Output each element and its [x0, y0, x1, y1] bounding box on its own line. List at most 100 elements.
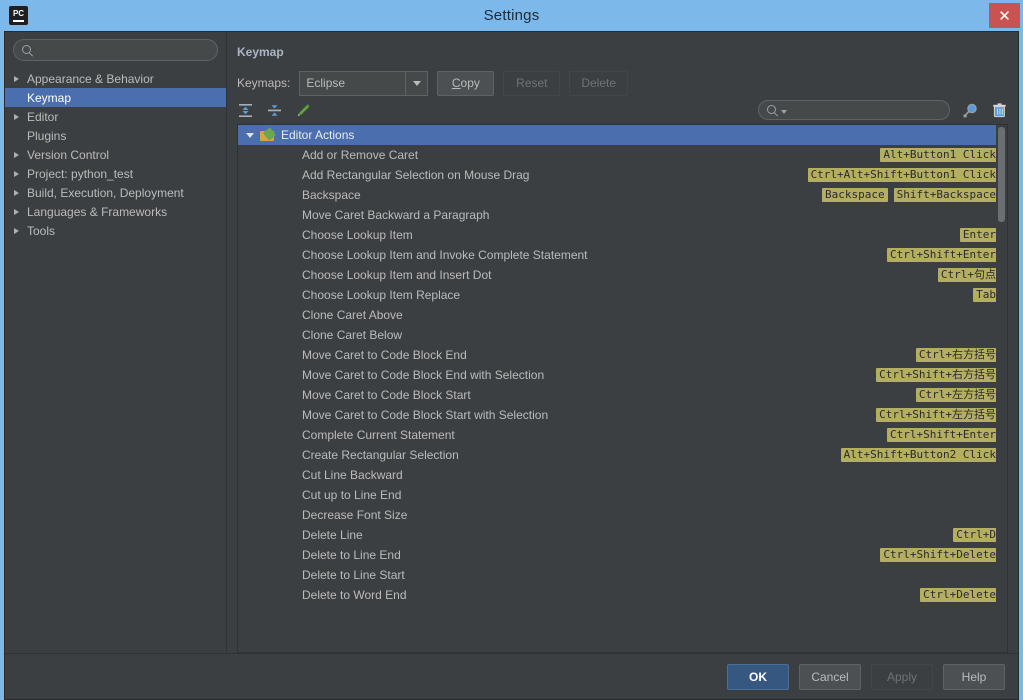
- shortcut-badge[interactable]: Ctrl+Shift+左方括号: [876, 408, 999, 422]
- sidebar-item-plugins[interactable]: Plugins: [5, 126, 226, 145]
- ok-button[interactable]: OK: [727, 663, 789, 690]
- search-options-caret-icon[interactable]: [781, 109, 787, 114]
- tree-row[interactable]: Choose Lookup Item and Invoke Complete S…: [238, 245, 1007, 265]
- edit-shortcut-icon[interactable]: [295, 102, 312, 119]
- tree-row[interactable]: Cut Line Backward: [238, 465, 1007, 485]
- tree-row[interactable]: Move Caret to Code Block Start with Sele…: [238, 405, 1007, 425]
- delete-shortcut-icon[interactable]: [991, 102, 1008, 119]
- tree-row[interactable]: Choose Lookup Item Replace Tab: [238, 285, 1007, 305]
- shortcut-badge[interactable]: Alt+Shift+Button2 Click: [840, 448, 999, 462]
- tree-row[interactable]: Create Rectangular Selection Alt+Shift+Bu…: [238, 445, 1007, 465]
- sidebar-item-label: Appearance & Behavior: [27, 71, 154, 86]
- search-icon: [22, 44, 33, 56]
- tree-row[interactable]: Delete Line Ctrl+D: [238, 525, 1007, 545]
- sidebar: Appearance & Behavior Keymap Editor Plugins…: [5, 32, 227, 653]
- action-name: Delete to Word End: [302, 588, 407, 602]
- shortcut-badge[interactable]: Ctrl+Shift+右方括号: [876, 368, 999, 382]
- expand-all-icon[interactable]: [237, 102, 254, 119]
- reset-button[interactable]: Reset: [503, 70, 561, 96]
- shortcut-badge[interactable]: Ctrl+D: [953, 528, 999, 542]
- chevron-right-icon[interactable]: [14, 170, 19, 177]
- chevron-right-icon[interactable]: [14, 208, 19, 215]
- shortcut-badge[interactable]: Ctrl+左方括号: [915, 388, 999, 402]
- tree-row[interactable]: Backspace Backspace Shift+Backspace: [238, 185, 1007, 205]
- sidebar-item-tools[interactable]: Tools: [5, 221, 226, 240]
- sidebar-item-project-python-test[interactable]: Project: python_test: [5, 164, 226, 183]
- action-name: Backspace: [302, 188, 361, 202]
- sidebar-item-label: Keymap: [27, 90, 72, 105]
- shortcut-badge[interactable]: Ctrl+句点: [937, 268, 999, 282]
- sidebar-item-version-control[interactable]: Version Control: [5, 145, 226, 164]
- keymap-tree: Editor Actions Add or Remove Caret Alt+But…: [237, 124, 1008, 653]
- search-input[interactable]: [39, 43, 209, 57]
- find-by-shortcut-icon[interactable]: [962, 102, 979, 119]
- tree-scrollbar-thumb[interactable]: [998, 127, 1005, 222]
- sidebar-item-editor[interactable]: Editor: [5, 107, 226, 126]
- delete-keymap-button[interactable]: Delete: [569, 70, 629, 96]
- search-icon: [767, 104, 778, 116]
- shortcut-list: Ctrl+Shift+Enter: [887, 428, 999, 442]
- chevron-right-icon[interactable]: [14, 113, 19, 120]
- tree-row[interactable]: Delete to Line End Ctrl+Shift+Delete: [238, 545, 1007, 565]
- shortcut-list: Enter: [959, 228, 999, 242]
- sidebar-search-field[interactable]: [13, 39, 218, 61]
- chevron-right-icon[interactable]: [14, 75, 19, 82]
- action-name: Delete Line: [302, 528, 363, 542]
- chevron-right-icon[interactable]: [14, 189, 19, 196]
- tree-toolbar: [227, 96, 1018, 124]
- shortcut-list: Ctrl+Delete: [920, 588, 999, 602]
- tree-row[interactable]: Move Caret Backward a Paragraph: [238, 205, 1007, 225]
- sidebar-item-appearance-behavior[interactable]: Appearance & Behavior: [5, 69, 226, 88]
- cancel-button[interactable]: Cancel: [799, 663, 861, 690]
- close-icon[interactable]: ✕: [989, 3, 1020, 28]
- tree-row[interactable]: Clone Caret Below: [238, 325, 1007, 345]
- chevron-right-icon[interactable]: [14, 151, 19, 158]
- chevron-down-icon[interactable]: [405, 71, 427, 95]
- apply-button[interactable]: Apply: [871, 663, 933, 690]
- keymap-tree-rows: Editor Actions Add or Remove Caret Alt+But…: [238, 125, 1007, 652]
- tree-row[interactable]: Move Caret to Code Block End with Select…: [238, 365, 1007, 385]
- action-name: Complete Current Statement: [302, 428, 455, 442]
- shortcut-badge[interactable]: Enter: [959, 228, 999, 242]
- shortcut-badge[interactable]: Ctrl+右方括号: [915, 348, 999, 362]
- tree-row[interactable]: Delete to Line Start: [238, 565, 1007, 585]
- tree-row[interactable]: Add or Remove Caret Alt+Button1 Click: [238, 145, 1007, 165]
- shortcut-badge[interactable]: Ctrl+Shift+Enter: [887, 248, 999, 262]
- tree-row[interactable]: Decrease Font Size: [238, 505, 1007, 525]
- sidebar-item-languages-frameworks[interactable]: Languages & Frameworks: [5, 202, 226, 221]
- window-title: Settings: [483, 7, 540, 24]
- sidebar-item-build-execution-deployment[interactable]: Build, Execution, Deployment: [5, 183, 226, 202]
- caret-glyph: [412, 80, 421, 86]
- copy-button[interactable]: Copy: [437, 70, 495, 96]
- chevron-right-icon[interactable]: [14, 227, 19, 234]
- tree-row[interactable]: Cut up to Line End: [238, 485, 1007, 505]
- shortcut-badge[interactable]: Alt+Button1 Click: [880, 148, 999, 162]
- sidebar-item-keymap[interactable]: Keymap: [5, 88, 226, 107]
- action-name: Add or Remove Caret: [302, 148, 419, 162]
- shortcut-badge[interactable]: Ctrl+Delete: [920, 588, 999, 602]
- keymap-dropdown[interactable]: Eclipse: [299, 70, 429, 96]
- tree-row[interactable]: Delete to Word End Ctrl+Delete: [238, 585, 1007, 605]
- shortcut-badge[interactable]: Backspace: [822, 188, 888, 202]
- tree-row[interactable]: Complete Current Statement Ctrl+Shift+Ent…: [238, 425, 1007, 445]
- tree-row[interactable]: Move Caret to Code Block Start Ctrl+左方括号: [238, 385, 1007, 405]
- shortcut-search-field[interactable]: [758, 100, 950, 120]
- shortcut-badge[interactable]: Shift+Backspace: [893, 188, 999, 202]
- tree-scrollbar[interactable]: [996, 125, 1007, 652]
- tree-row[interactable]: Move Caret to Code Block End Ctrl+右方括号: [238, 345, 1007, 365]
- shortcut-badge[interactable]: Ctrl+Alt+Shift+Button1 Click: [807, 168, 999, 182]
- help-button[interactable]: Help: [943, 663, 1005, 690]
- collapse-all-icon[interactable]: [266, 102, 283, 119]
- tree-group-row[interactable]: Editor Actions: [238, 125, 1007, 145]
- shortcut-badge[interactable]: Ctrl+Shift+Enter: [887, 428, 999, 442]
- shortcut-list: Ctrl+右方括号: [915, 348, 999, 362]
- main-panel: Keymap Keymaps: Eclipse Copy Reset Delet…: [227, 32, 1018, 653]
- action-name: Move Caret to Code Block Start with Sele…: [302, 408, 549, 422]
- shortcut-search-input[interactable]: [790, 104, 941, 116]
- tree-row[interactable]: Clone Caret Above: [238, 305, 1007, 325]
- chevron-down-icon[interactable]: [246, 132, 254, 138]
- tree-row[interactable]: Add Rectangular Selection on Mouse Drag C…: [238, 165, 1007, 185]
- shortcut-badge[interactable]: Ctrl+Shift+Delete: [880, 548, 999, 562]
- tree-row[interactable]: Choose Lookup Item and Insert Dot Ctrl+句点: [238, 265, 1007, 285]
- tree-row[interactable]: Choose Lookup Item Enter: [238, 225, 1007, 245]
